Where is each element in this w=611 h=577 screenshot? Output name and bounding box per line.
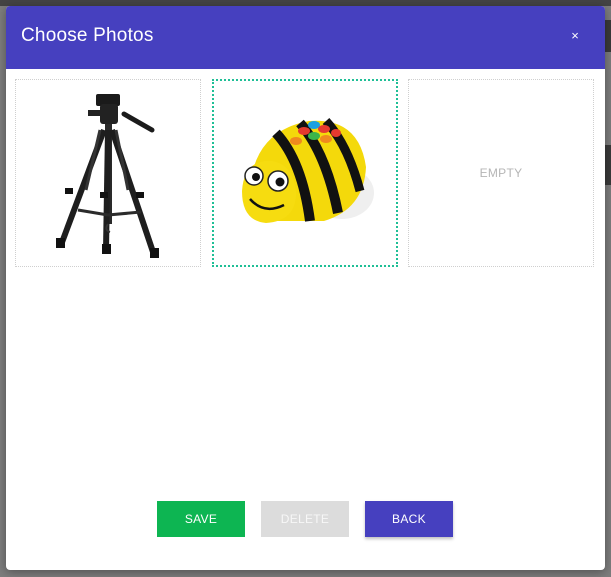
photo-slots: EMPTY [15, 79, 595, 269]
photo-slot-3[interactable]: EMPTY [408, 79, 594, 267]
empty-slot-label: EMPTY [479, 166, 523, 180]
delete-button[interactable]: DELETE [261, 501, 349, 537]
photo-slot-2[interactable] [212, 79, 398, 267]
back-button[interactable]: BACK [365, 501, 453, 537]
photo-slot-1[interactable] [15, 79, 201, 267]
modal-footer: SAVE DELETE BACK [6, 501, 605, 537]
modal-title: Choose Photos [21, 25, 154, 46]
tripod-photo [56, 94, 159, 258]
save-button[interactable]: SAVE [157, 501, 245, 537]
bee-bot-photo [242, 117, 374, 223]
close-icon[interactable]: × [567, 28, 583, 44]
choose-photos-modal: Choose Photos × EMPTY SAVE DELETE BACK [6, 6, 605, 570]
modal-header: Choose Photos × [6, 6, 605, 69]
